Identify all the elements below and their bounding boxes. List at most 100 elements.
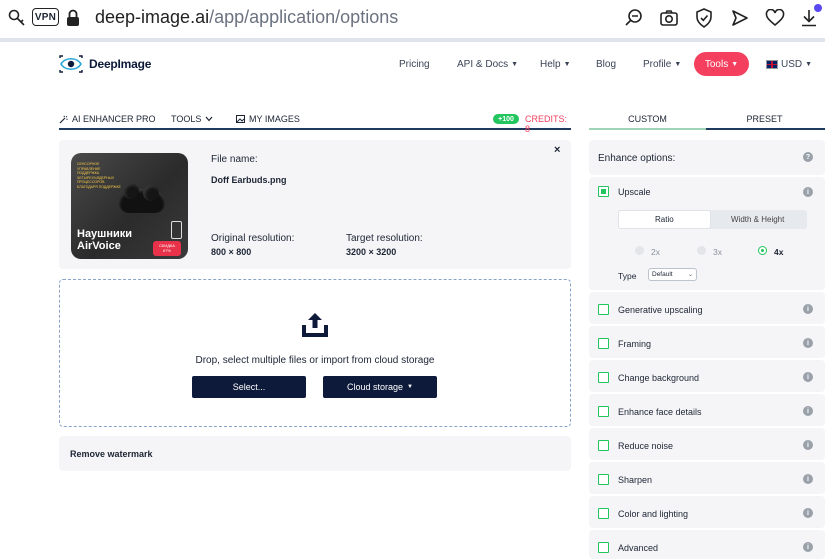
upscale-checkbox[interactable] xyxy=(598,186,609,197)
zoom-out-icon[interactable] xyxy=(624,8,644,28)
tab-tools[interactable]: TOOLS xyxy=(171,114,213,124)
seg-width-height[interactable]: Width & Height xyxy=(731,215,784,224)
sharpen-label: Sharpen xyxy=(618,475,653,485)
thumbnail-title-line1: Наушники xyxy=(77,228,133,240)
tools-button[interactable]: Tools ▼ xyxy=(694,52,749,76)
info-icon[interactable]: i xyxy=(803,406,813,416)
address-bar[interactable]: deep-image.ai/app/application/options xyxy=(95,7,398,28)
change-background-checkbox[interactable] xyxy=(598,372,609,383)
nav-help-label: Help xyxy=(540,59,561,70)
tab-custom-indicator xyxy=(589,128,706,130)
select-files-button[interactable]: Select... xyxy=(192,376,306,398)
tab-my-images-label: MY IMAGES xyxy=(249,114,300,124)
nav-help[interactable]: Help ▼ xyxy=(540,59,571,70)
ratio-2x-radio[interactable] xyxy=(635,246,644,255)
framing-checkbox[interactable] xyxy=(598,338,609,349)
select-files-label: Select... xyxy=(232,382,266,392)
lock-icon[interactable] xyxy=(66,8,80,28)
tab-ai-enhancer-pro-label: AI ENHANCER PRO xyxy=(72,114,156,124)
image-thumbnail[interactable]: СЕНСОРНОЕ УПРАВЛЕНИЕ ПОДДЕРЖКА ЧЕТЫРЕХЪЯ… xyxy=(71,153,188,259)
file-card: СЕНСОРНОЕ УПРАВЛЕНИЕ ПОДДЕРЖКА ЧЕТЫРЕХЪЯ… xyxy=(59,140,571,269)
upload-dropzone[interactable]: Drop, select multiple files or import fr… xyxy=(59,279,571,427)
remove-watermark-section[interactable]: Remove watermark xyxy=(59,436,571,471)
option-upscale: Upscale i Ratio Width & Height 2x 3x 4x … xyxy=(589,177,825,290)
remove-watermark-label: Remove watermark xyxy=(70,449,153,459)
currency-selector[interactable]: USD ▼ xyxy=(766,59,812,70)
option-reduce-noise: Reduce noise i xyxy=(589,428,825,460)
enhance-options-header: Enhance options: ? xyxy=(589,140,825,175)
sharpen-checkbox[interactable] xyxy=(598,474,609,485)
search-key-icon[interactable] xyxy=(8,8,26,28)
ratio-2x-label: 2x xyxy=(651,247,660,257)
info-icon[interactable]: i xyxy=(803,187,813,197)
eye-logo-icon xyxy=(59,55,83,73)
generative-upscaling-label: Generative upscaling xyxy=(618,305,703,315)
credits-bonus-badge[interactable]: +100 xyxy=(493,114,519,124)
vpn-badge[interactable]: VPN xyxy=(32,8,59,26)
nav-profile[interactable]: Profile ▼ xyxy=(643,59,681,70)
thumbnail-title: Наушники AirVoice xyxy=(77,228,133,252)
nav-blog-label: Blog xyxy=(596,59,617,70)
chevron-down-icon: ▼ xyxy=(511,61,519,68)
info-icon[interactable]: i xyxy=(803,304,813,314)
workspace-tabs: AI ENHANCER PRO TOOLS MY IMAGES +100 CRE… xyxy=(59,110,571,134)
camera-icon[interactable] xyxy=(659,8,679,28)
upscale-label: Upscale xyxy=(618,187,651,197)
magic-wand-icon xyxy=(59,115,68,123)
option-color-and-lighting: Color and lighting i xyxy=(589,496,825,528)
color-and-lighting-checkbox[interactable] xyxy=(598,508,609,519)
send-icon[interactable] xyxy=(731,8,749,28)
info-icon[interactable]: i xyxy=(803,372,813,382)
ratio-4x-radio[interactable] xyxy=(758,246,767,255)
close-icon[interactable]: × xyxy=(554,144,560,156)
reduce-noise-checkbox[interactable] xyxy=(598,440,609,451)
chevron-down-icon: ▼ xyxy=(563,61,571,68)
nav-api-docs-label: API & Docs xyxy=(457,59,509,70)
tab-custom[interactable]: CUSTOM xyxy=(589,114,706,124)
upload-icon xyxy=(302,313,328,337)
help-icon[interactable]: ? xyxy=(803,152,813,162)
option-sharpen: Sharpen i xyxy=(589,462,825,494)
cloud-storage-button[interactable]: Cloud storage ▼ xyxy=(323,376,437,398)
framing-label: Framing xyxy=(618,339,652,349)
tab-my-images[interactable]: MY IMAGES xyxy=(236,114,300,124)
nav-blog[interactable]: Blog xyxy=(596,59,616,70)
tab-preset[interactable]: PRESET xyxy=(706,114,823,124)
tools-label: Tools xyxy=(704,58,729,70)
earbud-graphic xyxy=(143,185,159,201)
nav-api-docs[interactable]: API & Docs ▼ xyxy=(457,59,518,70)
browser-divider xyxy=(0,38,825,42)
type-select-value: Default xyxy=(652,271,673,278)
logo-text: DeepImage xyxy=(89,57,152,71)
upscale-mode-toggle: Ratio Width & Height xyxy=(618,210,807,229)
generative-upscaling-checkbox[interactable] xyxy=(598,304,609,315)
info-icon[interactable]: i xyxy=(803,338,813,348)
seg-ratio[interactable]: Ratio xyxy=(655,215,674,224)
info-icon[interactable]: i xyxy=(803,440,813,450)
option-enhance-face-details: Enhance face details i xyxy=(589,394,825,426)
enhance-options-title: Enhance options: xyxy=(598,153,676,164)
file-name-value: Doff Earbuds.png xyxy=(211,175,287,185)
info-icon[interactable]: i xyxy=(803,474,813,484)
ratio-3x-radio[interactable] xyxy=(697,246,706,255)
earbud-graphic xyxy=(123,183,139,199)
enhance-face-details-checkbox[interactable] xyxy=(598,406,609,417)
currency-label: USD xyxy=(781,59,803,70)
tab-tools-label: TOOLS xyxy=(171,114,202,124)
info-icon[interactable]: i xyxy=(803,542,813,552)
nav-pricing[interactable]: Pricing xyxy=(399,59,430,70)
target-resolution-value: 3200 × 3200 xyxy=(346,247,397,257)
tab-ai-enhancer-pro[interactable]: AI ENHANCER PRO xyxy=(59,114,156,124)
option-change-background: Change background i xyxy=(589,360,825,392)
shield-check-icon[interactable] xyxy=(695,8,713,28)
cloud-storage-label: Cloud storage xyxy=(347,382,404,392)
type-select[interactable]: Default ⌄ xyxy=(648,268,697,281)
reduce-noise-label: Reduce noise xyxy=(618,441,674,451)
chevron-down-icon: ▼ xyxy=(674,61,682,68)
logo[interactable]: DeepImage xyxy=(59,55,151,73)
advanced-checkbox[interactable] xyxy=(598,542,609,553)
heart-icon[interactable] xyxy=(765,8,785,28)
chevron-down-icon: ▼ xyxy=(407,384,413,390)
chevron-down-icon: ▼ xyxy=(805,61,813,68)
info-icon[interactable]: i xyxy=(803,508,813,518)
